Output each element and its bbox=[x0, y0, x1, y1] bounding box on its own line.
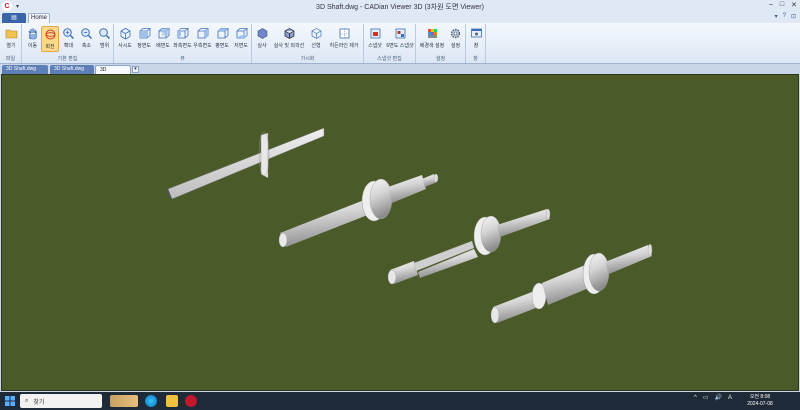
input-method-icon[interactable]: A bbox=[728, 395, 732, 401]
iso-cube-icon bbox=[120, 28, 130, 40]
palette-icon bbox=[427, 29, 437, 38]
wireframe-icon bbox=[311, 28, 321, 39]
document-tab[interactable]: 3D Shaft.dwg bbox=[2, 65, 48, 74]
stepped-keyway-shaft[interactable] bbox=[387, 208, 551, 285]
taskbar-search-input[interactable]: ⌕ 찾기 bbox=[20, 394, 102, 408]
bearing-shaft[interactable] bbox=[490, 243, 653, 324]
snapshot-icon bbox=[370, 28, 380, 39]
group-visualize: 실사 실사 및 외곽선 선형 히든라인 제거 가시화 bbox=[252, 24, 364, 63]
top-cube-icon bbox=[217, 28, 229, 39]
group-label: 파일 bbox=[5, 56, 16, 62]
ribbon: 열기 파일 이동 회전 확대 축소 범위 기본 편집 사시도 정면도 배면도 좌… bbox=[0, 23, 800, 64]
3d-scene bbox=[166, 127, 653, 324]
zoom-out-icon bbox=[81, 28, 93, 40]
group-label: 창 bbox=[473, 56, 478, 62]
group-file: 열기 파일 bbox=[0, 24, 22, 63]
open-button[interactable]: 열기 bbox=[2, 26, 20, 52]
right-cube-icon bbox=[197, 28, 209, 39]
layout-icon[interactable]: ⊡ bbox=[791, 13, 796, 20]
view-right-button[interactable]: 우측면도 bbox=[193, 26, 212, 52]
volume-icon[interactable]: 🔊 bbox=[715, 394, 722, 401]
windows-start-icon[interactable] bbox=[4, 395, 16, 407]
document-tab-active[interactable]: 3D Shaft.dwg bbox=[95, 65, 131, 82]
window-button[interactable]: 창 bbox=[468, 26, 484, 52]
group-label: 스냅샷 편집 bbox=[377, 56, 402, 62]
edge-browser-icon[interactable] bbox=[145, 395, 157, 407]
group-settings: 배경색 설정 설정 설정 bbox=[416, 24, 466, 63]
pan-button[interactable]: 이동 bbox=[24, 26, 41, 52]
realistic-edges-button[interactable]: 실사 및 외곽선 bbox=[271, 26, 307, 52]
hidden-line-icon bbox=[339, 28, 349, 39]
six-view-snapshot-icon bbox=[395, 28, 405, 39]
title-bar: C ▾ 3D Shaft.dwg - CADian Viewer 3D (3차원… bbox=[0, 0, 800, 12]
pan-hand-icon bbox=[28, 28, 37, 40]
3d-viewport[interactable] bbox=[1, 74, 799, 391]
view-bottom-button[interactable]: 저면도 bbox=[232, 26, 250, 52]
taskbar-clock[interactable]: 오전 8:08 2024-07-08 bbox=[740, 394, 780, 408]
group-label: 설정 bbox=[435, 56, 446, 62]
search-icon: ⌕ bbox=[25, 397, 29, 404]
tab-home[interactable]: Home bbox=[28, 13, 50, 23]
front-cube-icon bbox=[139, 28, 151, 39]
hidden-line-button[interactable]: 히든라인 제거 bbox=[325, 26, 363, 52]
realistic-icon bbox=[257, 28, 267, 39]
gear-icon bbox=[450, 28, 461, 39]
bottom-cube-icon bbox=[236, 28, 248, 39]
group-window: 창 창 bbox=[466, 24, 486, 63]
zoom-in-button[interactable]: 확대 bbox=[60, 26, 77, 52]
search-placeholder: 찾기 bbox=[33, 399, 45, 406]
widgets-icon[interactable] bbox=[110, 395, 138, 407]
back-cube-icon bbox=[158, 28, 170, 39]
taskbar: ⌕ 찾기 ^ ▭ 🔊 A 오전 8:08 2024-07-08 bbox=[0, 392, 800, 410]
zoom-extents-icon bbox=[99, 28, 111, 40]
group-snapshot: 스냅샷 6면도 스냅샷 스냅샷 편집 bbox=[364, 24, 416, 63]
document-tab[interactable]: 3D Shaft.dwg bbox=[50, 65, 94, 74]
settings-button[interactable]: 설정 bbox=[447, 26, 464, 52]
six-view-snapshot-button[interactable]: 6면도 스냅샷 bbox=[385, 26, 415, 52]
clock-date: 2024-07-08 bbox=[747, 401, 773, 407]
window-icon bbox=[470, 28, 482, 38]
tray-overflow-icon[interactable]: ^ bbox=[694, 395, 697, 401]
zoom-out-button[interactable]: 축소 bbox=[78, 26, 95, 52]
network-icon[interactable]: ▭ bbox=[703, 394, 709, 401]
group-label: 기본 편집 bbox=[57, 56, 78, 62]
zoom-in-icon bbox=[63, 28, 75, 40]
ribbon-minimize-icon[interactable]: ▾ bbox=[775, 13, 778, 20]
group-label: 뷰 bbox=[180, 56, 185, 62]
cadian-taskbar-icon[interactable] bbox=[185, 395, 197, 407]
wireframe-button[interactable]: 선형 bbox=[308, 26, 324, 52]
group-basic-edit: 이동 회전 확대 축소 범위 기본 편집 bbox=[22, 24, 114, 63]
window-title: 3D Shaft.dwg - CADian Viewer 3D (3차원 도면 … bbox=[316, 4, 484, 11]
close-button[interactable]: ✕ bbox=[791, 1, 797, 9]
background-color-button[interactable]: 배경색 설정 bbox=[418, 26, 446, 52]
realistic-edges-icon bbox=[284, 28, 294, 39]
view-top-button[interactable]: 평면도 bbox=[213, 26, 231, 52]
keyed-shaft[interactable] bbox=[166, 127, 325, 200]
view-back-button[interactable]: 배면도 bbox=[154, 26, 172, 52]
zoom-extents-button[interactable]: 범위 bbox=[96, 26, 113, 52]
view-iso-button[interactable]: 사시도 bbox=[116, 26, 134, 52]
collar-shaft[interactable] bbox=[278, 173, 439, 248]
folder-icon bbox=[5, 29, 17, 39]
app-menu-button[interactable]: ▤ bbox=[2, 13, 26, 23]
help-icon[interactable]: ? bbox=[783, 13, 786, 20]
file-explorer-icon[interactable] bbox=[166, 395, 178, 407]
group-label: 가시화 bbox=[300, 56, 315, 62]
view-left-button[interactable]: 좌측면도 bbox=[173, 26, 192, 52]
ribbon-tab-strip: ▤ Home ▾ ? ⊡ bbox=[0, 12, 800, 23]
orbit-button[interactable]: 회전 bbox=[41, 26, 59, 52]
document-tabs: 3D Shaft.dwg 3D Shaft.dwg 3D Shaft.dwg ▾ bbox=[0, 64, 800, 82]
maximize-button[interactable]: □ bbox=[780, 1, 784, 9]
minimize-button[interactable]: – bbox=[769, 1, 773, 9]
left-cube-icon bbox=[177, 28, 189, 39]
group-view: 사시도 정면도 배면도 좌측면도 우측면도 평면도 저면도 뷰 bbox=[114, 24, 252, 63]
clock-time: 오전 8:08 bbox=[749, 394, 771, 400]
tab-list-dropdown[interactable]: ▾ bbox=[132, 66, 139, 73]
realistic-button[interactable]: 실사 bbox=[254, 26, 270, 52]
view-front-button[interactable]: 정면도 bbox=[135, 26, 153, 52]
snapshot-button[interactable]: 스냅샷 bbox=[366, 26, 384, 52]
orbit-icon bbox=[45, 29, 55, 40]
